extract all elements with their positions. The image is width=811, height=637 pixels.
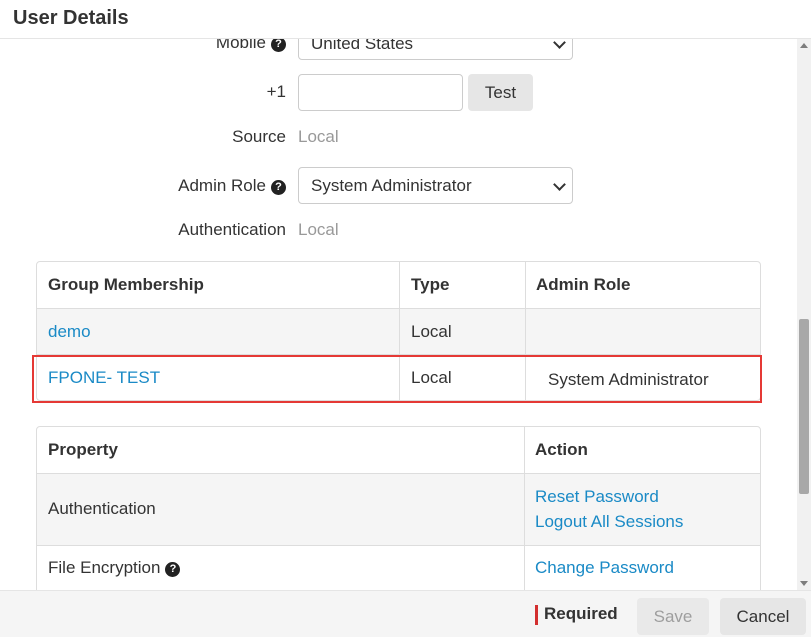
test-button[interactable]: Test <box>468 74 533 111</box>
property-file-encryption-label: File Encryption <box>48 558 161 577</box>
column-header-action: Action <box>535 440 588 459</box>
help-icon[interactable]: ? <box>165 562 181 577</box>
highlight-box <box>32 355 762 403</box>
cancel-button[interactable]: Cancel <box>720 598 806 635</box>
scroll-up-icon[interactable] <box>800 43 808 48</box>
save-button[interactable]: Save <box>637 598 709 635</box>
mobile-label: Mobile? <box>36 39 286 53</box>
required-label: Required <box>544 604 618 623</box>
property-authentication: Authentication <box>48 499 156 518</box>
dialog-header: User Details <box>0 0 811 39</box>
chevron-down-icon <box>553 178 566 191</box>
column-header-group: Group Membership <box>48 275 204 294</box>
group-type: Local <box>411 322 452 341</box>
chevron-down-icon <box>553 39 566 49</box>
property-table: Property Action Authentication Reset Pas… <box>36 426 761 590</box>
dialog-footer: Required Save Cancel <box>0 590 811 637</box>
mobile-country-select[interactable]: United States <box>298 39 573 60</box>
source-value: Local <box>298 127 339 146</box>
divider <box>524 427 525 590</box>
divider <box>37 545 760 546</box>
scroll-down-icon[interactable] <box>800 581 808 586</box>
dialog-title: User Details <box>13 7 129 29</box>
logout-all-sessions-link[interactable]: Logout All Sessions <box>535 512 683 532</box>
help-icon[interactable]: ? <box>271 180 286 195</box>
admin-role-select[interactable]: System Administrator <box>298 167 573 204</box>
authentication-value: Local <box>298 220 339 239</box>
group-link-demo[interactable]: demo <box>48 322 91 342</box>
scrollbar-thumb[interactable] <box>799 319 809 494</box>
mobile-label-text: Mobile <box>215 39 266 52</box>
phone-input[interactable] <box>298 74 463 111</box>
scrollbar[interactable] <box>797 39 811 590</box>
admin-role-label: Admin Role? <box>36 176 286 196</box>
change-password-link[interactable]: Change Password <box>535 558 674 578</box>
column-header-property: Property <box>48 440 118 459</box>
dialog-body[interactable]: Mobile? United States +1 Test Source Loc… <box>0 39 797 590</box>
reset-password-link[interactable]: Reset Password <box>535 487 659 507</box>
phone-prefix: +1 <box>266 82 286 101</box>
authentication-label: Authentication <box>178 220 286 239</box>
mobile-country-value: United States <box>311 39 414 53</box>
source-label: Source <box>232 127 286 146</box>
property-file-encryption: File Encryption? <box>48 558 181 578</box>
required-marker <box>535 605 538 625</box>
column-header-type: Type <box>411 275 450 294</box>
help-icon[interactable]: ? <box>271 39 286 52</box>
admin-role-label-text: Admin Role <box>178 176 266 195</box>
admin-role-value: System Administrator <box>311 176 472 195</box>
column-header-admin-role: Admin Role <box>536 275 631 294</box>
divider <box>37 473 760 474</box>
